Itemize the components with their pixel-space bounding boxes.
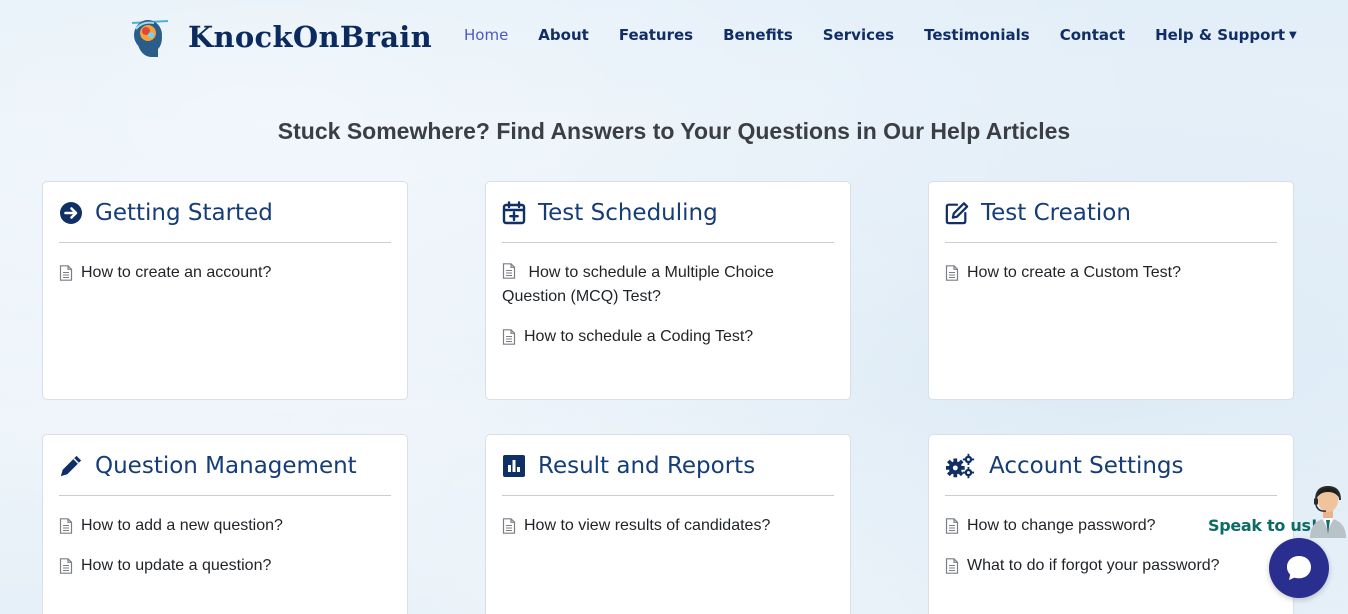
caret-down-icon: ▼ xyxy=(1289,30,1297,41)
document-icon xyxy=(502,329,516,345)
card-title: Test Scheduling xyxy=(538,200,718,226)
cogs-icon xyxy=(945,453,975,479)
card-title: Result and Reports xyxy=(538,453,756,479)
article-list: How to create a Custom Test? xyxy=(945,261,1277,285)
calendar-plus-icon xyxy=(502,201,526,225)
article-list: How to view results of candidates? xyxy=(502,514,834,538)
article-title: How to update a question? xyxy=(81,557,272,574)
document-icon xyxy=(502,263,516,279)
chat-widget: Speak to us! xyxy=(1206,480,1348,614)
arrow-circle-right-icon xyxy=(59,201,83,225)
brain-head-logo-icon xyxy=(131,20,169,57)
article-title: How to change password? xyxy=(967,517,1156,534)
nav-benefits[interactable]: Benefits xyxy=(723,26,793,44)
document-icon xyxy=(59,518,73,534)
nav-contact[interactable]: Contact xyxy=(1060,26,1125,44)
nav-home[interactable]: Home xyxy=(464,26,508,44)
card-divider xyxy=(945,242,1277,243)
card-header: Result and Reports xyxy=(502,451,834,481)
article-title: How to add a new question? xyxy=(81,517,283,534)
document-icon xyxy=(945,558,959,574)
navbar: KnockOnBrain Home About Features Benefit… xyxy=(0,0,1348,72)
card-divider xyxy=(59,495,391,496)
card-header: Test Scheduling xyxy=(502,198,834,228)
nav-about[interactable]: About xyxy=(538,26,589,44)
card-title: Account Settings xyxy=(989,453,1184,479)
card-header: Test Creation xyxy=(945,198,1277,228)
nav-help-support-dropdown[interactable]: Help & Support ▼ xyxy=(1155,26,1297,44)
nav-help-support-label: Help & Support xyxy=(1155,26,1286,44)
article-link[interactable]: How to view results of candidates? xyxy=(502,514,834,538)
card-header: Question Management xyxy=(59,451,391,481)
card-divider xyxy=(59,242,391,243)
main-nav: Home About Features Benefits Services Te… xyxy=(464,26,1327,44)
article-title: How to schedule a Coding Test? xyxy=(524,328,754,345)
category-card-getting-started: Getting Started How to create an account… xyxy=(42,181,408,400)
nav-services[interactable]: Services xyxy=(823,26,894,44)
document-icon xyxy=(502,518,516,534)
article-title: What to do if forgot your password? xyxy=(967,557,1220,574)
speak-to-us-label[interactable]: Speak to us! xyxy=(1208,516,1318,535)
brand-link[interactable]: KnockOnBrain xyxy=(128,15,432,59)
nav-features[interactable]: Features xyxy=(619,26,693,44)
category-card-question-management: Question Management How to add a new que… xyxy=(42,434,408,614)
card-title: Question Management xyxy=(95,453,357,479)
article-title: How to create an account? xyxy=(81,264,272,281)
brand-name: KnockOnBrain xyxy=(188,20,433,54)
article-link[interactable]: How to create a Custom Test? xyxy=(945,261,1277,285)
edit-icon xyxy=(945,201,969,225)
document-icon xyxy=(59,265,73,281)
category-card-test-creation: Test Creation How to create a Custom Tes… xyxy=(928,181,1294,400)
document-icon xyxy=(945,265,959,281)
category-card-result-and-reports: Result and Reports How to view results o… xyxy=(485,434,851,614)
article-link[interactable]: How to schedule a Multiple Choice Questi… xyxy=(502,261,834,309)
card-header: Account Settings xyxy=(945,451,1277,481)
article-title: How to schedule a Multiple Choice Questi… xyxy=(502,264,774,305)
article-link[interactable]: How to update a question? xyxy=(59,554,391,578)
chat-bubble-icon xyxy=(1287,556,1311,580)
open-chat-button[interactable] xyxy=(1269,538,1329,598)
nav-testimonials[interactable]: Testimonials xyxy=(924,26,1030,44)
article-title: How to create a Custom Test? xyxy=(967,264,1182,281)
article-link[interactable]: How to add a new question? xyxy=(59,514,391,538)
support-agent-avatar-icon[interactable] xyxy=(1306,482,1348,538)
page-heading: Stuck Somewhere? Find Answers to Your Qu… xyxy=(277,118,1071,144)
article-list: How to schedule a Multiple Choice Questi… xyxy=(502,261,834,349)
article-list: How to add a new question? How to update… xyxy=(59,514,391,578)
article-list: How to create an account? xyxy=(59,261,391,285)
card-divider xyxy=(502,242,834,243)
article-link[interactable]: How to create an account? xyxy=(59,261,391,285)
pencil-icon xyxy=(59,454,83,478)
card-header: Getting Started xyxy=(59,198,391,228)
article-title: How to view results of candidates? xyxy=(524,517,771,534)
card-divider xyxy=(502,495,834,496)
category-card-test-scheduling: Test Scheduling How to schedule a Multip… xyxy=(485,181,851,400)
card-title: Getting Started xyxy=(95,200,273,226)
card-title: Test Creation xyxy=(981,200,1131,226)
chart-bar-icon xyxy=(502,454,526,478)
article-link[interactable]: How to schedule a Coding Test? xyxy=(502,325,834,349)
document-icon xyxy=(945,518,959,534)
document-icon xyxy=(59,558,73,574)
